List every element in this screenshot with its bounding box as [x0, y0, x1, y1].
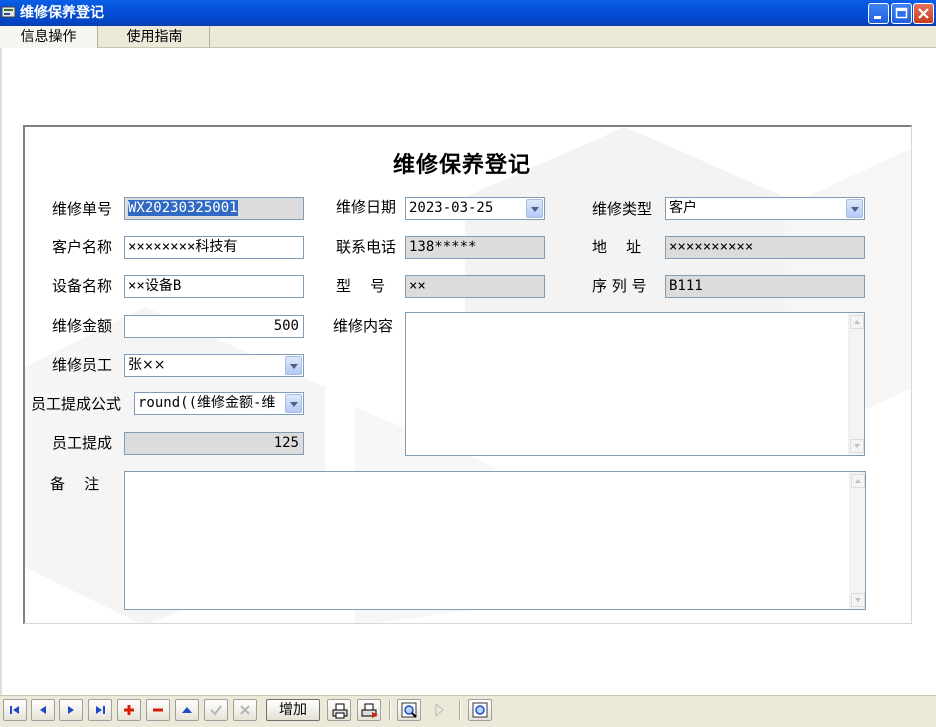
device-name-field[interactable]: ××设备B: [124, 275, 304, 298]
zoom-button[interactable]: [468, 699, 492, 721]
amount-field[interactable]: 500: [124, 315, 304, 338]
chevron-down-icon[interactable]: [285, 394, 302, 413]
form-title: 维修保养登记: [393, 152, 532, 178]
close-icon: [918, 8, 929, 19]
scroll-down-icon[interactable]: [851, 593, 865, 607]
search-icon: [401, 702, 417, 718]
play-button[interactable]: [427, 699, 451, 721]
content-memo[interactable]: [405, 312, 865, 456]
last-record-button[interactable]: [88, 699, 112, 721]
menu-bar: 信息操作 使用指南: [0, 26, 936, 48]
remark-memo[interactable]: [124, 471, 866, 610]
phone-label: 联系电话: [336, 238, 397, 256]
repair-type-select[interactable]: 客户: [665, 197, 865, 220]
repair-date-value: 2023-03-25: [409, 200, 494, 216]
serial-no-label: 序 列 号: [592, 277, 647, 295]
commission-field[interactable]: 125: [124, 432, 304, 455]
prior-record-button[interactable]: [31, 699, 55, 721]
remark-scrollbar[interactable]: [849, 472, 865, 609]
title-bar: 维修保养登记: [0, 0, 936, 26]
address-label: 地 址: [592, 238, 642, 256]
customer-name-label: 客户名称: [52, 238, 113, 256]
prior-record-icon: [40, 706, 46, 714]
play-icon: [435, 702, 444, 718]
repair-no-label: 维修单号: [52, 200, 113, 218]
model-field[interactable]: ××: [405, 275, 545, 298]
cancel-icon: [240, 705, 250, 715]
content-scrollbar[interactable]: [848, 313, 864, 455]
search-button[interactable]: [397, 699, 421, 721]
customer-name-field[interactable]: ××××××××科技有: [124, 236, 304, 259]
repair-date-picker[interactable]: 2023-03-25: [405, 197, 545, 220]
chevron-down-icon[interactable]: [526, 199, 543, 218]
menu-info-operation[interactable]: 信息操作: [0, 26, 98, 48]
formula-value: round((维修金额-维: [138, 395, 276, 411]
edit-icon: [182, 707, 192, 713]
first-record-icon: [10, 706, 19, 714]
formula-label: 员工提成公式: [31, 395, 122, 413]
address-field[interactable]: ××××××××××: [665, 236, 865, 259]
maximize-button[interactable]: [891, 3, 912, 24]
delete-record-button[interactable]: [146, 699, 170, 721]
repair-no-value: WX20230325001: [128, 200, 238, 216]
window-title: 维修保养登记: [20, 5, 104, 21]
post-record-button[interactable]: [204, 699, 228, 721]
close-button[interactable]: [913, 3, 934, 24]
cancel-edit-button[interactable]: [233, 699, 257, 721]
toolbar-separator: [389, 700, 391, 720]
model-label: 型 号: [336, 277, 386, 295]
staff-select[interactable]: 张××: [124, 354, 304, 377]
phone-field[interactable]: 138*****: [405, 236, 545, 259]
scroll-up-icon[interactable]: [851, 474, 865, 488]
add-button[interactable]: 增加: [266, 699, 320, 721]
next-record-icon: [68, 706, 74, 714]
remark-label: 备 注: [50, 475, 100, 493]
chevron-down-icon[interactable]: [846, 199, 863, 218]
staff-value: 张××: [128, 357, 166, 373]
commission-label: 员工提成: [52, 434, 113, 452]
edit-record-button[interactable]: [175, 699, 199, 721]
repair-date-label: 维修日期: [336, 198, 397, 216]
staff-label: 维修员工: [52, 356, 113, 374]
zoom-icon: [472, 702, 488, 718]
scroll-up-icon[interactable]: [850, 315, 864, 329]
device-name-label: 设备名称: [52, 277, 113, 295]
print-preview-button[interactable]: [357, 699, 381, 721]
serial-no-field[interactable]: B111: [665, 275, 865, 298]
minimize-icon: [874, 16, 881, 19]
amount-label: 维修金额: [52, 317, 113, 335]
repair-type-label: 维修类型: [592, 200, 653, 218]
toolbar-separator: [459, 700, 461, 720]
formula-select[interactable]: round((维修金额-维: [134, 392, 304, 415]
scroll-down-icon[interactable]: [850, 439, 864, 453]
content-label: 维修内容: [333, 317, 394, 335]
insert-record-button[interactable]: [117, 699, 141, 721]
first-record-button[interactable]: [3, 699, 27, 721]
repair-no-field[interactable]: WX20230325001: [124, 197, 304, 220]
next-record-button[interactable]: [59, 699, 83, 721]
repair-type-value: 客户: [669, 200, 697, 216]
last-record-icon: [96, 706, 105, 714]
insert-icon: [124, 705, 134, 715]
delete-icon: [153, 708, 163, 712]
minimize-button[interactable]: [868, 3, 889, 24]
navigator-toolbar: 增加: [0, 695, 936, 727]
print-icon: [332, 703, 348, 719]
print-preview-icon: [361, 703, 378, 718]
maximize-icon: [895, 7, 908, 19]
app-icon: [1, 6, 16, 18]
print-button[interactable]: [327, 699, 351, 721]
menu-user-guide[interactable]: 使用指南: [100, 26, 210, 48]
chevron-down-icon[interactable]: [285, 356, 302, 375]
post-icon: [210, 705, 222, 716]
